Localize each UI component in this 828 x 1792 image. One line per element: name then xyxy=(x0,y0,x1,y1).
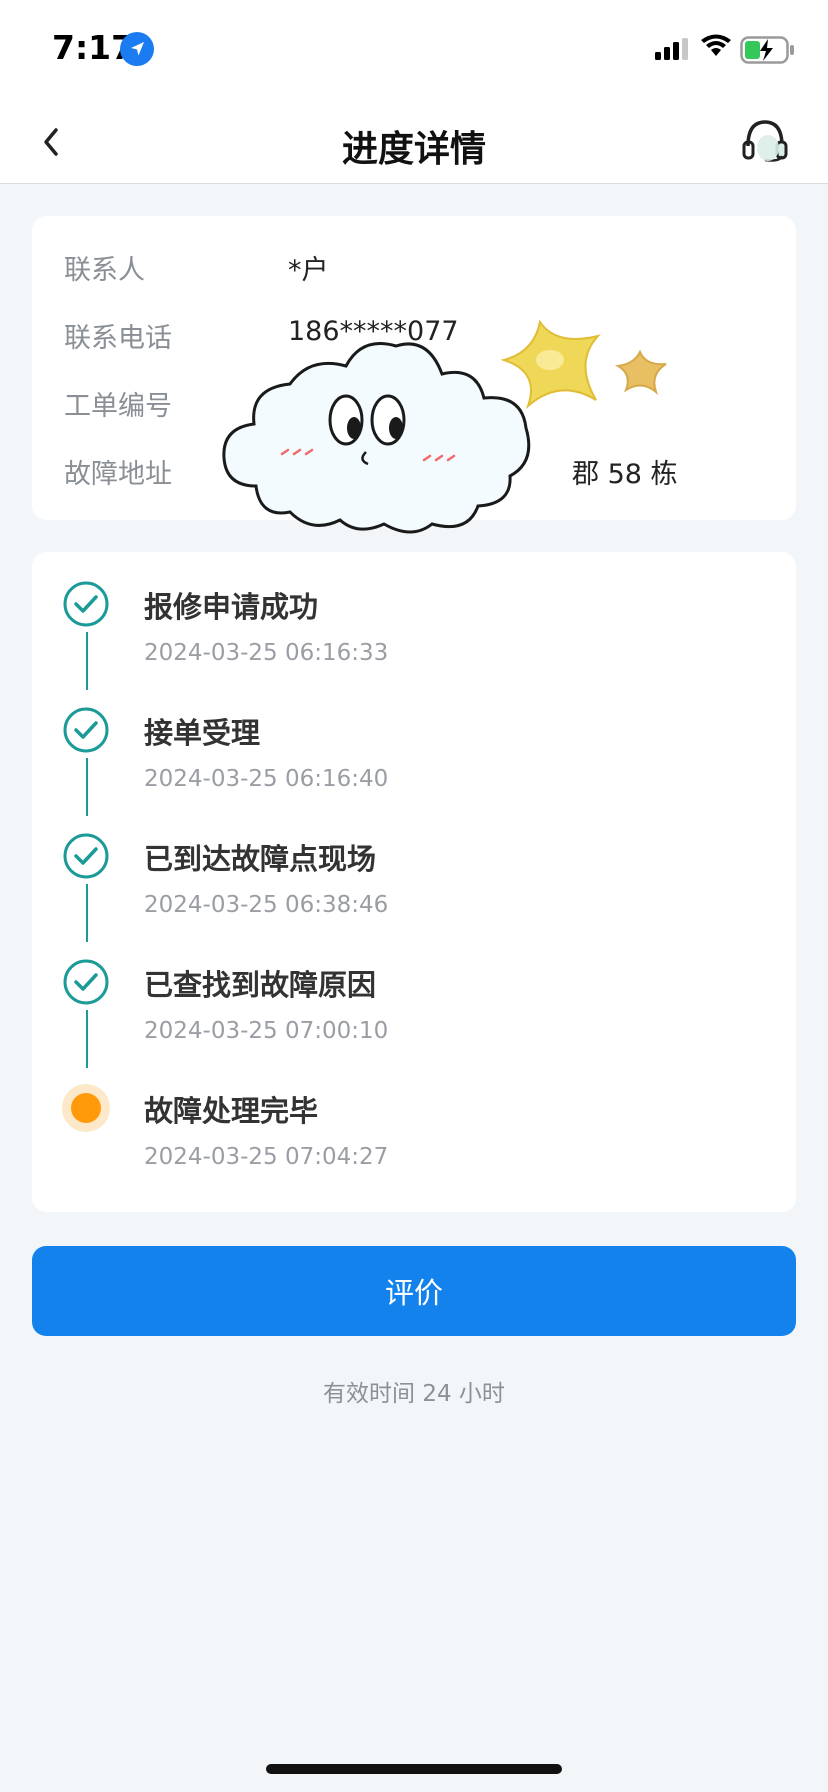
step-time: 2024-03-25 06:38:46 xyxy=(144,892,389,918)
step-title: 报修申请成功 xyxy=(144,590,319,624)
step-title: 已查找到故障原因 xyxy=(144,968,377,1002)
cellular-signal-icon xyxy=(655,38,688,60)
status-bar: 7:17 xyxy=(0,0,828,100)
wifi-icon xyxy=(701,34,731,56)
battery-charging-icon xyxy=(740,36,794,64)
check-circle-icon xyxy=(63,707,109,753)
cloud-character-sticker xyxy=(222,342,531,534)
timeline-step: 已到达故障点现场 2024-03-25 06:38:46 xyxy=(32,804,796,942)
nav-bar: 进度详情 xyxy=(0,100,828,184)
home-indicator[interactable] xyxy=(266,1764,562,1774)
rate-button[interactable]: 评价 xyxy=(32,1246,796,1336)
timeline-step: 报修申请成功 2024-03-25 06:16:33 xyxy=(32,552,796,690)
info-value: 郡 58 栋 xyxy=(572,459,678,490)
step-title: 故障处理完毕 xyxy=(144,1094,319,1128)
step-time: 2024-03-25 07:00:10 xyxy=(144,1018,389,1044)
step-title: 接单受理 xyxy=(144,716,261,750)
info-value: *户 xyxy=(288,255,329,286)
timeline-step: 接单受理 2024-03-25 06:16:40 xyxy=(32,678,796,816)
step-time: 2024-03-25 06:16:33 xyxy=(144,640,389,666)
headset-icon[interactable] xyxy=(738,116,792,168)
location-arrow-icon xyxy=(120,32,154,66)
validity-note: 有效时间 24 小时 xyxy=(323,1381,505,1407)
progress-timeline-card: 报修申请成功 2024-03-25 06:16:33 接单受理 2024-03-… xyxy=(32,552,796,1212)
timeline-step: 已查找到故障原因 2024-03-25 07:00:10 xyxy=(32,930,796,1068)
step-time: 2024-03-25 07:04:27 xyxy=(144,1144,389,1170)
step-time: 2024-03-25 06:16:40 xyxy=(144,766,389,792)
step-title: 已到达故障点现场 xyxy=(144,842,377,876)
check-circle-icon xyxy=(63,959,109,1005)
info-label: 联系人 xyxy=(64,255,145,286)
check-circle-icon xyxy=(63,581,109,627)
page-title: 进度详情 xyxy=(341,129,486,170)
current-status-dot-icon xyxy=(62,1084,110,1132)
check-circle-icon xyxy=(63,833,109,879)
timeline-step-current: 故障处理完毕 2024-03-25 07:04:27 xyxy=(32,1056,796,1182)
